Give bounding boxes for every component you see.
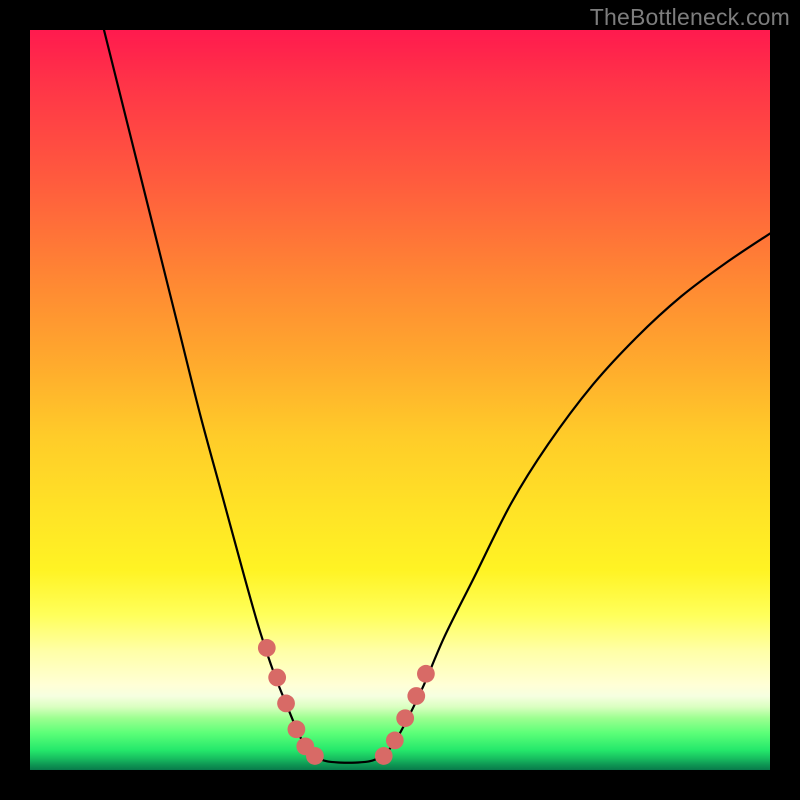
chart-frame: TheBottleneck.com [0,0,800,800]
marker-dot [407,687,425,705]
marker-group [258,639,435,765]
marker-dot [386,732,404,750]
marker-dot [277,695,295,713]
watermark-text: TheBottleneck.com [590,4,790,31]
marker-dot [288,720,306,738]
curve-left-branch [104,30,311,755]
marker-dot [306,747,324,765]
marker-dot [396,709,414,727]
plot-area [30,30,770,770]
curve-layer [30,30,770,770]
marker-dot [258,639,276,657]
marker-dot [375,747,393,765]
marker-dot [417,665,435,683]
marker-dot [268,669,286,687]
curve-right-branch [385,234,770,756]
